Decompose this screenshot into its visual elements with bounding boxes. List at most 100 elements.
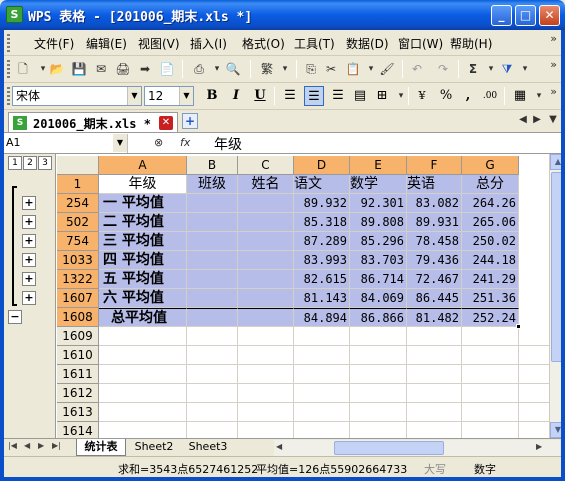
align-right-icon[interactable]: ☰ xyxy=(328,86,348,106)
prev-sheet-icon[interactable]: ◀ xyxy=(24,441,30,450)
toolbar-grip[interactable] xyxy=(7,34,10,52)
table-cell-label[interactable]: 三 平均值 xyxy=(99,232,187,251)
align-left-icon[interactable]: ☰ xyxy=(280,86,300,106)
table-cell[interactable] xyxy=(238,194,294,213)
toolbar-grip[interactable] xyxy=(7,60,10,78)
table-cell-english[interactable]: 83.082 xyxy=(407,194,462,213)
table-cell-english[interactable]: 86.445 xyxy=(407,289,462,308)
copy-icon[interactable]: ⎘ xyxy=(302,60,320,78)
redo-icon[interactable]: ↷ xyxy=(434,60,452,78)
table-cell-chinese[interactable]: 85.318 xyxy=(294,213,350,232)
minimize-button[interactable]: _ xyxy=(491,5,512,26)
table-cell[interactable] xyxy=(238,251,294,270)
table-cell-label[interactable]: 五 平均值 xyxy=(99,270,187,289)
table-cell[interactable] xyxy=(238,308,294,327)
table-cell[interactable] xyxy=(238,232,294,251)
cell-d1[interactable]: 语文 xyxy=(294,175,350,194)
table-cell-math[interactable]: 86.866 xyxy=(350,308,407,327)
table-cell-label[interactable]: 四 平均值 xyxy=(99,251,187,270)
percent-button[interactable]: % xyxy=(436,86,456,106)
underline-button[interactable]: U xyxy=(250,86,270,106)
last-sheet-icon[interactable]: ▶| xyxy=(52,441,61,450)
table-cell-chinese[interactable]: 81.143 xyxy=(294,289,350,308)
menu-window[interactable]: 窗口(W) xyxy=(398,35,443,52)
increase-decimal-icon[interactable]: .00 xyxy=(480,86,500,106)
save-icon[interactable]: 💾 xyxy=(70,60,88,78)
table-cell-chinese[interactable]: 83.993 xyxy=(294,251,350,270)
outline-expand-icon[interactable]: + xyxy=(22,215,36,229)
table-cell-math[interactable]: 85.296 xyxy=(350,232,407,251)
dropdown-arrow-icon[interactable]: ▾ xyxy=(276,60,294,78)
row-header[interactable]: 1033 xyxy=(57,251,99,270)
table-cell-label[interactable]: 六 平均值 xyxy=(99,289,187,308)
close-button[interactable]: ✕ xyxy=(539,5,560,26)
formula-cancel-icon[interactable]: ⊗ xyxy=(154,136,163,149)
row-header[interactable]: 1607 xyxy=(57,289,99,308)
tab-list-icon[interactable]: ▼ xyxy=(544,111,562,129)
row-header[interactable]: 754 xyxy=(57,232,99,251)
table-cell[interactable] xyxy=(238,289,294,308)
table-cell-math[interactable]: 92.301 xyxy=(350,194,407,213)
cell-c1[interactable]: 姓名 xyxy=(238,175,294,194)
column-header-a[interactable]: A xyxy=(99,156,187,175)
table-cell-label[interactable]: 总平均值 xyxy=(99,308,187,327)
menu-help[interactable]: 帮助(H) xyxy=(450,35,492,52)
outline-expand-icon[interactable]: + xyxy=(22,291,36,305)
export-icon[interactable]: ➡ xyxy=(136,60,154,78)
select-all-corner[interactable] xyxy=(57,156,99,175)
menubar-overflow-icon[interactable]: » xyxy=(550,32,557,45)
table-cell-english[interactable]: 89.931 xyxy=(407,213,462,232)
outline-collapse-icon[interactable]: − xyxy=(8,310,22,324)
name-box[interactable]: A1 ▼ xyxy=(4,134,128,153)
scroll-right-icon[interactable]: ▶ xyxy=(536,442,542,451)
wps-app-icon[interactable]: S xyxy=(6,6,23,23)
bold-button[interactable]: B xyxy=(202,86,222,106)
empty-cells-area[interactable] xyxy=(99,327,549,438)
insert-function-icon[interactable]: fx xyxy=(180,136,190,149)
dropdown-arrow-icon[interactable]: ▾ xyxy=(516,60,534,78)
chevron-down-icon[interactable]: ▼ xyxy=(179,87,193,105)
table-cell[interactable] xyxy=(238,270,294,289)
row-header[interactable]: 1 xyxy=(57,175,99,194)
table-cell-english[interactable]: 79.436 xyxy=(407,251,462,270)
table-cell-total[interactable]: 251.36 xyxy=(462,289,519,308)
table-cell-label[interactable]: 二 平均值 xyxy=(99,213,187,232)
justify-icon[interactable]: ▤ xyxy=(350,86,370,106)
row-header[interactable]: 1609 xyxy=(57,327,99,346)
table-cell-total[interactable]: 265.06 xyxy=(462,213,519,232)
table-cell[interactable] xyxy=(187,194,238,213)
table-cell-chinese[interactable]: 82.615 xyxy=(294,270,350,289)
column-header-b[interactable]: B xyxy=(187,156,238,175)
menu-edit[interactable]: 编辑(E) xyxy=(86,35,127,52)
vertical-scrollbar[interactable]: ▲ ▼ xyxy=(549,154,561,438)
table-cell[interactable] xyxy=(238,213,294,232)
undo-icon[interactable]: ↶ xyxy=(408,60,426,78)
menu-data[interactable]: 数据(D) xyxy=(346,35,389,52)
toolbar-grip[interactable] xyxy=(7,87,10,105)
formula-input[interactable]: 年级 xyxy=(214,134,242,154)
table-cell[interactable] xyxy=(187,308,238,327)
row-header[interactable]: 254 xyxy=(57,194,99,213)
table-cell-label[interactable]: 一 平均值 xyxy=(99,194,187,213)
table-cell-math[interactable]: 89.808 xyxy=(350,213,407,232)
table-cell-english[interactable]: 72.467 xyxy=(407,270,462,289)
outline-expand-icon[interactable]: + xyxy=(22,196,36,210)
close-tab-icon[interactable]: ✕ xyxy=(159,116,173,130)
menu-insert[interactable]: 插入(I) xyxy=(190,35,227,52)
table-cell-english[interactable]: 81.482 xyxy=(407,308,462,327)
chevron-down-icon[interactable]: ▼ xyxy=(113,134,127,152)
toolbar-overflow-icon[interactable]: » xyxy=(550,85,557,98)
column-header-g[interactable]: G xyxy=(462,156,519,175)
document-tab[interactable]: S 201006_期末.xls * ✕ xyxy=(8,112,178,132)
fill-handle[interactable] xyxy=(516,324,521,329)
table-cell-english[interactable]: 78.458 xyxy=(407,232,462,251)
menu-view[interactable]: 视图(V) xyxy=(138,35,180,52)
table-cell[interactable] xyxy=(187,270,238,289)
filter-icon[interactable]: ⧩ xyxy=(498,60,516,78)
cell-e1[interactable]: 数学 xyxy=(350,175,407,194)
preview-icon[interactable]: 🔍 xyxy=(224,60,242,78)
scroll-left-icon[interactable]: ◀ xyxy=(276,442,282,451)
pdf-icon[interactable]: 📄 xyxy=(158,60,176,78)
column-header-d[interactable]: D xyxy=(294,156,350,175)
table-cell-math[interactable]: 84.069 xyxy=(350,289,407,308)
